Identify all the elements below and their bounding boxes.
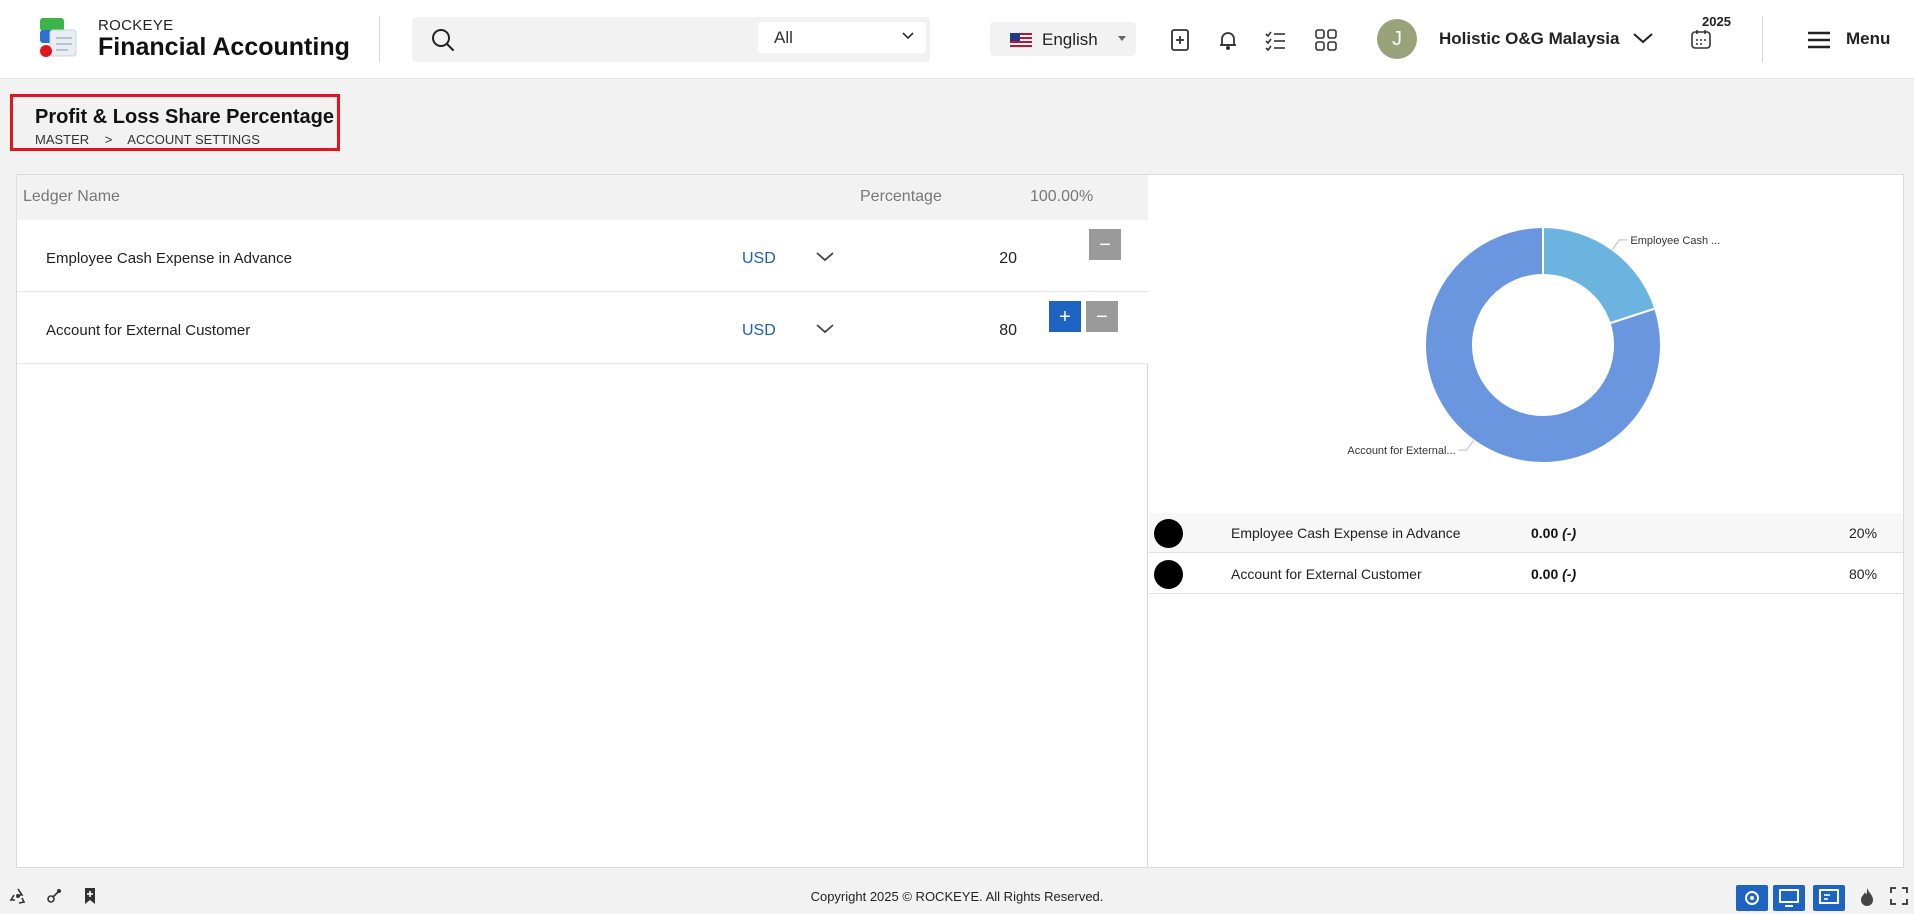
add-row-button[interactable]: + [1049,301,1081,332]
legend-item: Account for External Customer 0.00 (-) 8… [1149,554,1903,594]
search-scope-select[interactable]: All [758,22,926,53]
bookmark-add-icon[interactable] [1167,27,1193,53]
app-title: Financial Accounting [98,33,350,61]
ledger-name[interactable]: Account for External Customer [46,322,250,339]
language-select[interactable]: English [990,22,1136,56]
presentation-icon [1819,889,1839,904]
column-header-ledger: Ledger Name [23,188,120,205]
apps-grid-icon[interactable] [1313,27,1339,53]
legend-percent: 80% [1849,566,1878,582]
legend-color-dot [1154,519,1183,548]
percentage-input[interactable]: 80 [977,322,1017,340]
rockeye-logo-icon [40,18,77,57]
fire-icon[interactable] [1857,886,1877,908]
slice-label-leader [1458,440,1475,451]
share-chart-panel: Employee Cash ... Account for External...… [1149,175,1903,867]
currency-select[interactable]: USD [742,322,776,340]
donut-chart: Employee Cash ... Account for External... [1347,225,1720,464]
us-flag-icon [1010,33,1032,47]
legend-amount: 0.00 (-) [1531,566,1577,582]
currency-select[interactable]: USD [742,250,776,268]
table-row: Account for External Customer USD 80 + − [17,292,1148,364]
percentage-input[interactable]: 20 [977,250,1017,268]
chevron-down-icon[interactable] [1632,30,1654,46]
chevron-down-icon[interactable] [815,322,835,336]
chevron-down-icon[interactable] [815,250,835,264]
legend-color-dot [1154,560,1183,589]
remove-row-button[interactable]: − [1086,301,1118,332]
bell-icon[interactable] [1215,27,1241,53]
calendar-icon[interactable] [1690,28,1712,50]
legend-name: Account for External Customer [1231,566,1422,582]
search-scope-value: All [774,28,793,47]
fullscreen-icon[interactable] [1889,886,1909,906]
page-title: Profit & Loss Share Percentage [35,106,334,128]
copyright-text: Copyright 2025 © ROCKEYE. All Rights Res… [810,889,1104,904]
header-divider [379,16,380,62]
chevron-down-icon [902,32,914,40]
app-footer: Copyright 2025 © ROCKEYE. All Rights Res… [0,879,1914,914]
language-value: English [1042,30,1098,49]
avatar[interactable]: J [1377,19,1417,59]
fiscal-year: 2025 [1702,14,1731,29]
breadcrumb-separator: > [104,132,113,147]
page-title-box: Profit & Loss Share Percentage MASTER > … [10,94,340,151]
search-icon[interactable] [430,27,456,53]
search-bar[interactable]: All [412,17,930,62]
table-row: Employee Cash Expense in Advance USD 20 … [17,220,1148,292]
checklist-icon[interactable] [1263,27,1289,53]
caret-down-icon [1118,36,1126,41]
slice-label-leader [1611,239,1628,250]
remove-row-button[interactable]: − [1089,229,1121,260]
presentation-button[interactable] [1813,885,1845,911]
ledger-name[interactable]: Employee Cash Expense in Advance [46,250,292,267]
breadcrumb-master[interactable]: MASTER [35,132,89,147]
breadcrumb: MASTER > ACCOUNT SETTINGS [35,132,272,147]
monitor-button[interactable] [1773,885,1805,911]
ledger-table: Ledger Name Percentage 100.00% Employee … [17,175,1148,867]
hamburger-menu-icon[interactable] [1806,30,1832,50]
total-percentage: 100.00% [1030,188,1094,205]
company-name[interactable]: Holistic O&G Malaysia [1439,29,1619,49]
column-header-percentage: Percentage [860,188,942,205]
legend-item: Employee Cash Expense in Advance 0.00 (-… [1149,513,1903,553]
table-header: Ledger Name Percentage 100.00% [17,175,1148,220]
main-panel: Ledger Name Percentage 100.00% Employee … [16,174,1904,868]
legend-percent: 20% [1849,525,1878,541]
menu-button[interactable]: Menu [1846,29,1890,49]
breadcrumb-account-settings[interactable]: ACCOUNT SETTINGS [127,132,260,147]
slice-label: Account for External... [1347,445,1455,457]
slice-label: Employee Cash ... [1630,235,1720,247]
header-divider [1762,16,1763,62]
legend-amount: 0.00 (-) [1531,525,1577,541]
legend-name: Employee Cash Expense in Advance [1231,525,1461,541]
settings-button[interactable] [1736,885,1768,911]
brand-top: ROCKEYE [98,17,174,34]
gear-icon [1745,891,1759,905]
monitor-icon [1779,889,1799,907]
app-header: ROCKEYE Financial Accounting All English [0,0,1914,79]
